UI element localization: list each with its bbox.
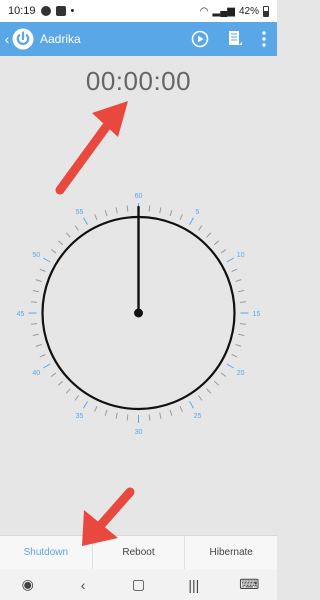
minor-tick [198,225,203,231]
spotify-icon [40,6,51,16]
minor-tick [213,380,220,386]
minor-tick [179,405,183,412]
minor-tick [159,207,162,214]
dial-label: 25 [194,413,202,420]
tab-shutdown[interactable]: Shutdown [0,536,93,569]
back-arrow-icon[interactable]: ‹ [2,22,12,56]
dial-label: 20 [237,370,245,377]
play-icon[interactable] [191,30,209,48]
dial-label: 50 [32,252,40,259]
minor-tick [32,333,39,336]
wifi-icon: ◠ [199,5,209,17]
minor-tick [39,354,46,358]
battery-icon [263,5,269,17]
minor-tick [159,412,162,419]
status-time: 10:19 [8,5,36,17]
minor-tick [104,210,108,217]
minor-tick [65,232,71,238]
minor-tick [148,205,151,212]
minor-tick [179,214,183,221]
dial-label: 60 [135,193,143,200]
minor-tick [213,240,220,246]
system-nav-bar: ◉ ‹ ▢ ||| ⌨ [0,569,277,600]
major-tick [189,401,194,409]
recents-icon[interactable]: ||| [174,569,214,600]
dial-label: 5 [196,209,200,216]
minor-tick [220,372,227,377]
minor-tick [50,372,57,377]
minor-tick [239,301,246,303]
app-bar: ‹ Aadrika [0,22,277,56]
action-tab-bar: Shutdown Reboot Hibernate [0,535,277,569]
timer-dial[interactable]: 60 5 10 15 20 25 30 35 40 45 50 55 [0,160,277,470]
minor-tick [115,207,118,214]
status-bar: 10:19 • ◠ ▂▄▆ 42% [0,0,277,22]
dial-center [134,308,143,318]
minor-tick [31,301,38,303]
dial-label: 30 [135,429,143,436]
minor-tick [94,214,98,221]
minor-tick [94,405,98,412]
minor-tick [220,249,227,254]
minor-tick [126,205,129,212]
major-tick [83,217,88,225]
minor-tick [74,395,79,401]
gallery-icon [55,6,66,16]
major-tick [226,363,235,369]
home-icon[interactable]: ▢ [118,569,158,600]
dial-label: 35 [76,413,84,420]
back-icon[interactable]: ‹ [63,569,103,600]
minor-tick [126,414,129,421]
app-title: Aadrika [40,32,81,46]
major-tick [226,257,235,263]
accessibility-icon[interactable]: ◉ [8,569,48,600]
dial-label: 40 [32,370,40,377]
timer-display: 00:00:00 [85,66,192,96]
major-tick [42,363,51,369]
minor-tick [231,268,238,272]
list-icon[interactable] [227,30,243,48]
tab-hibernate[interactable]: Hibernate [185,536,277,569]
minor-tick [35,279,42,282]
minor-tick [74,225,79,231]
minor-tick [169,210,173,217]
minor-tick [31,323,38,325]
major-tick [42,257,51,263]
power-logo-icon [12,28,34,50]
minor-tick [57,240,64,246]
minor-tick [238,333,245,336]
minor-tick [169,409,173,416]
battery-percent: 42% [238,5,259,17]
minor-tick [231,354,238,358]
minor-tick [65,388,71,394]
signal-icon: ▂▄▆ [212,5,235,17]
minor-tick [206,232,212,238]
minor-tick [35,344,42,347]
minor-tick [235,279,242,282]
dial-label: 45 [17,311,25,318]
minor-tick [148,414,151,421]
minor-tick [238,290,245,293]
tab-reboot[interactable]: Reboot [93,536,186,569]
minor-tick [206,388,212,394]
dot-icon: • [70,5,75,17]
minor-tick [198,395,203,401]
keyboard-icon[interactable]: ⌨ [229,569,269,600]
minor-tick [50,249,57,254]
major-tick [189,217,194,225]
minor-tick [104,409,108,416]
dial-label: 55 [76,209,84,216]
minor-tick [239,323,246,325]
minor-tick [57,380,64,386]
minor-tick [39,268,46,272]
minor-tick [115,412,118,419]
minor-tick [32,290,39,293]
major-tick [83,401,88,409]
more-options-icon[interactable] [261,30,267,48]
dial-label: 10 [237,252,245,259]
minor-tick [235,344,242,347]
dial-label: 15 [253,311,261,318]
